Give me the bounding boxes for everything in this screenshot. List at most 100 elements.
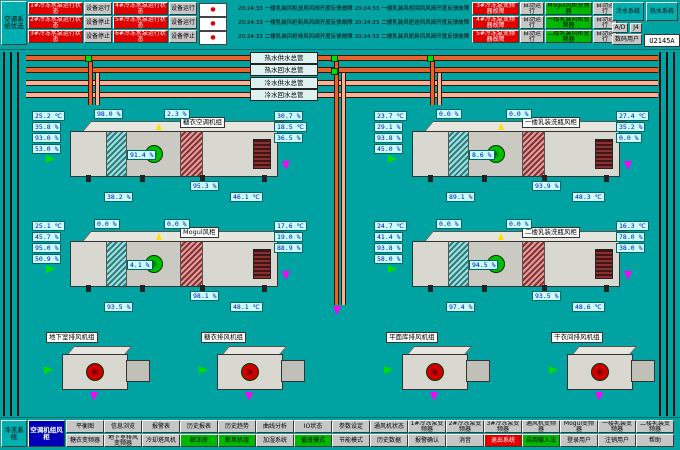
menu-button[interactable]: IO状态 xyxy=(294,420,332,433)
drive-status-button[interactable]: 5#冷冻泵变频器故障 xyxy=(472,30,519,43)
valve-pos-readout: 98.1 % xyxy=(190,291,219,301)
menu-button[interactable]: 平衡图 xyxy=(66,420,104,433)
menu-button[interactable]: 通风机状态 xyxy=(370,420,408,433)
menu-button[interactable]: 历史趋势 xyxy=(218,420,256,433)
pump-status-button[interactable]: 5#冷冻水泵运行状态 xyxy=(113,16,168,29)
damper-pos-readout: 53.0 % xyxy=(32,144,61,154)
pump-status-label: 5#冷冻水泵运行状态 xyxy=(115,17,166,29)
menu-button[interactable]: 信息浏览 xyxy=(104,420,142,433)
humidity-readout: 41.4 % xyxy=(374,232,403,242)
drive-status-label: 3#冷冻泵变频器故障 xyxy=(474,3,517,15)
return-temp-readout: 24.7 ℃ xyxy=(374,221,407,231)
menu-button[interactable]: 糖衣变频器 xyxy=(66,434,104,447)
water-temp-readout: 48.6 ℃ xyxy=(572,302,605,312)
menu-button[interactable]: 消音 xyxy=(446,434,484,447)
menu-button[interactable]: 1#冷冻泵变频器 xyxy=(408,420,446,433)
menu-button[interactable]: 登录用户 xyxy=(560,434,598,447)
menu-button[interactable]: 二楼乳装变频器 xyxy=(636,420,674,433)
water-temp-readout: 48.1 ℃ xyxy=(230,302,263,312)
menu-button[interactable]: 启用输入法 xyxy=(522,434,560,447)
damper-pos-readout: 95.0 % xyxy=(32,243,61,253)
drive-status-button[interactable]: 自动运行 xyxy=(520,2,544,15)
menu-button[interactable]: 历史报表 xyxy=(180,420,218,433)
menu-button-label: 3#冷冻泵变频器 xyxy=(486,421,520,433)
menu-button[interactable]: 帮助 xyxy=(636,434,674,447)
flow-arrow xyxy=(333,306,341,315)
drive-status-button[interactable]: 二楼乳装风柜变频器 xyxy=(545,30,592,43)
menu-button[interactable]: 参数设定 xyxy=(332,420,370,433)
unit-leg xyxy=(482,285,487,292)
drive-status-button[interactable]: Mogul风柜变频器 xyxy=(545,2,592,15)
menu-button[interactable]: 地下室排风变频器 xyxy=(104,434,142,447)
alarm-row[interactable]: 20:24:33 一楼乳装风柜回风风阀开度反馈故障 xyxy=(355,3,471,16)
pump-status-button[interactable]: 设备停止 xyxy=(169,30,197,43)
menu-button[interactable]: 报警表 xyxy=(142,420,180,433)
pump-status-button[interactable]: 设备停止 xyxy=(84,30,112,43)
ad-button[interactable]: A/D xyxy=(612,23,628,33)
menu-button[interactable]: 冷却塔风机 xyxy=(142,434,180,447)
menu-button[interactable]: 通风机变频器 xyxy=(522,420,560,433)
mix-damper-readout: 0.0 % xyxy=(506,219,532,229)
menu-button[interactable]: 2#冷冻泵变频器 xyxy=(446,420,484,433)
pump-status-button[interactable]: 设备停止 xyxy=(84,16,112,29)
pump-status-button[interactable]: 3#冷冻水泵运行状态 xyxy=(28,30,83,43)
pump-status-button[interactable]: 2#冷冻水泵运行状态 xyxy=(28,16,83,29)
valve-icon[interactable] xyxy=(331,55,338,62)
pump-status-label: 4#冷冻水泵运行状态 xyxy=(115,3,166,15)
menu-button[interactable]: 一楼乳装变频器 xyxy=(598,420,636,433)
user-mode-button[interactable]: 数码用户 xyxy=(612,34,642,45)
airflow-in-arrow xyxy=(199,366,208,374)
exhaust-unit-4: 干衣间排风机组 xyxy=(545,332,665,410)
filter-section xyxy=(107,132,127,176)
drive-status-button[interactable]: 自动运行 xyxy=(520,16,544,29)
menu-button[interactable]: 报警确认 xyxy=(408,434,446,447)
airflow-in-arrow xyxy=(44,366,53,374)
drive-status-button[interactable]: 一楼乳装风柜变频器 xyxy=(545,16,592,29)
menu-button[interactable]: 新风机组 xyxy=(218,434,256,447)
menu-button[interactable]: 历史数据 xyxy=(370,434,408,447)
pump-status-button[interactable]: 设备运行 xyxy=(84,2,112,15)
hot-water-system-button[interactable]: 热水系统 xyxy=(646,2,678,21)
alarm-time: 20:24:33 xyxy=(238,34,263,40)
menu-button[interactable]: 3#冷冻泵变频器 xyxy=(484,420,522,433)
alarm-row[interactable]: 20:24:33 一楼乳装风柜送风风阀开度反馈故障 xyxy=(238,3,354,16)
drive-status-button[interactable]: 3#冷冻泵变频器故障 xyxy=(472,2,519,15)
pump-status-button[interactable]: 设备运行 xyxy=(169,2,197,15)
pipe-label: 冷水回水总管 xyxy=(250,89,318,101)
exhaust-body xyxy=(402,354,468,390)
system-group-button[interactable]: 冷冻系统 xyxy=(1,420,27,447)
drive-status-button[interactable]: 4#冷冻泵变频器故障 xyxy=(472,16,519,29)
menu-button[interactable]: 退出系统 xyxy=(484,434,522,447)
system-selector-button[interactable]: 空调系统优选 xyxy=(1,1,27,45)
active-page-button[interactable]: 空调机组风柜 xyxy=(28,420,65,447)
pipe-label: 热水回水总管 xyxy=(250,64,318,76)
valve-icon[interactable] xyxy=(85,55,92,62)
cold-water-system-button[interactable]: 冷水系统 xyxy=(612,2,644,21)
pump-status-button[interactable]: 1#冷冻水泵运行状态 xyxy=(28,2,83,15)
pump-status-button[interactable]: 设备运行 xyxy=(169,16,197,29)
menu-button[interactable]: 曲线分析 xyxy=(256,420,294,433)
alarm-row[interactable]: 20:24:33 二楼乳装风柜新风风阀开度反馈故障 xyxy=(355,31,471,44)
ahu-unit-3: Mogul风柜 25.1 ℃ 45.7 % 95.0 % 50.9 % 0.0 … xyxy=(30,213,310,323)
pump-status-button[interactable]: 4#冷冻水泵运行状态 xyxy=(113,2,168,15)
valve-icon[interactable] xyxy=(427,55,434,62)
ahu-unit-2: 一楼乳装洗瓶风柜 23.7 ℃ 29.1 % 93.8 % 45.0 % 0.0… xyxy=(372,103,652,213)
fan-speed-readout: 8.6 % xyxy=(469,150,495,160)
mix-damper-readout: 0.0 % xyxy=(164,219,190,229)
j4-button[interactable]: J4 xyxy=(630,23,642,33)
menu-button[interactable]: Mogul变频器 xyxy=(560,420,598,433)
menu-button[interactable]: 加湿系统 xyxy=(256,434,294,447)
menu-button[interactable]: 注销用户 xyxy=(598,434,636,447)
menu-button[interactable]: 节能模式 xyxy=(332,434,370,447)
valve-icon[interactable] xyxy=(331,68,338,75)
alarm-row[interactable]: 20:24:33 二楼乳装风柜排风风阀开度反馈故障 xyxy=(238,31,354,44)
valve-pos-readout: 89.1 % xyxy=(446,192,475,202)
flow-arrow xyxy=(156,233,162,240)
louver-icon xyxy=(253,139,271,169)
alarm-row[interactable]: 20:24:33 一楼乳装风柜新风风阀开度反馈故障 xyxy=(238,17,354,30)
drive-status-button[interactable]: 自动运行 xyxy=(520,30,544,43)
pump-status-button[interactable]: 6#冷冻水泵运行状态 xyxy=(113,30,168,43)
menu-button[interactable]: 值班模式 xyxy=(294,434,332,447)
menu-button[interactable]: 解冻房 xyxy=(180,434,218,447)
alarm-row[interactable]: 20:24:33 二楼乳装风柜送风风阀开度反馈故障 xyxy=(355,17,471,30)
